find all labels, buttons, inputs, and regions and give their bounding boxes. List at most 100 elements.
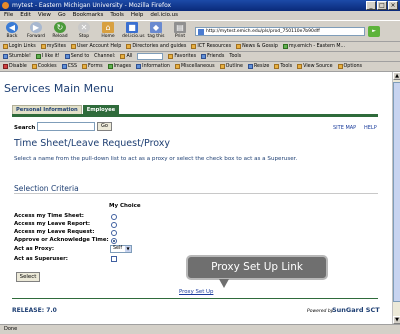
outline-icon [219,64,225,69]
cookies-menu[interactable]: Cookies [31,64,57,69]
print-button[interactable]: ▤ Print [170,22,190,42]
tools-icon [274,64,280,69]
bookmark-directories[interactable]: Directories and guides [126,44,186,49]
vertical-scrollbar[interactable]: ▲ ▼ [392,72,400,324]
status-text: Done [4,326,18,332]
favorites-button[interactable]: Favorites [168,54,196,59]
menu-go[interactable]: Go [58,11,66,20]
image-icon [107,64,113,69]
forms-menu[interactable]: Forms [82,64,103,69]
options-icon [337,64,343,69]
section-divider [14,193,378,194]
criteria-label: Access my Time Sheet: [14,213,84,219]
channel-label: Channel: [94,54,116,59]
criteria-row-act-as-proxy: Act as Proxy: Self ▼ [14,245,144,254]
tab-divider [12,114,378,117]
scroll-down-icon[interactable]: ▼ [393,316,400,324]
search-go-button[interactable]: Go [97,122,112,131]
radio-leave-report[interactable] [111,222,117,228]
menu-delicious[interactable]: del.icio.us [150,11,178,20]
powered-by-label: Powered by [307,309,334,314]
stumble-tools-button[interactable]: Tools [229,54,241,59]
help-link[interactable]: HELP [364,125,377,131]
bookmark-login-links[interactable]: Login Links [3,44,36,49]
friends-button[interactable]: Friends [201,54,224,59]
channel-icon [120,54,126,59]
firefox-icon [2,2,9,9]
stop-button[interactable]: ✕ Stop [74,22,94,42]
disable-menu[interactable]: Disable [3,64,27,69]
outline-menu[interactable]: Outline [219,64,243,69]
delicious-button[interactable]: ■ del.icio.us [122,22,145,42]
bookmark-ict-resources[interactable]: ICT Resources [191,44,231,49]
menu-bookmarks[interactable]: Bookmarks [73,11,104,20]
address-bar[interactable]: http://mytest.emich.edu/pls/prod_750110e… [195,27,365,36]
stumble-icon [3,54,8,59]
send-to-button[interactable]: Send to [64,54,89,59]
tab-personal-information[interactable]: Personal Information [12,105,82,114]
radio-approve-time[interactable] [111,238,117,244]
scroll-up-icon[interactable]: ▲ [393,72,400,80]
css-menu[interactable]: CSS [61,64,77,69]
bookmark-user-account-help[interactable]: User Account Help [71,44,121,49]
folder-icon [191,44,197,49]
web-developer-toolbar: Disable Cookies CSS Forms Images Informa… [0,62,400,72]
forward-button[interactable]: ▶ Forward [26,22,46,42]
bookmark-my-emich[interactable]: my.emich - Eastern M... [282,44,345,49]
info-icon [136,64,142,69]
minimize-button[interactable]: _ [366,1,376,10]
page-tabs: Personal Information Employee [12,105,120,114]
go-button[interactable]: ► [368,26,380,37]
footer-divider [12,298,378,299]
view-source-menu[interactable]: View Source [297,64,333,69]
folder-icon [236,44,242,49]
criteria-label: Access my Leave Request: [14,229,95,235]
menu-help[interactable]: Help [131,11,144,20]
callout-pointer [219,279,229,288]
site-map-link[interactable]: SITE MAP [333,125,356,131]
options-menu[interactable]: Options [337,64,362,69]
superuser-checkbox[interactable] [111,256,117,262]
scroll-thumb[interactable] [393,82,400,302]
images-menu[interactable]: Images [107,64,131,69]
menu-view[interactable]: View [38,11,51,20]
home-button[interactable]: ⌂ Home [98,22,118,42]
section-title: Selection Criteria [14,184,79,193]
select-button[interactable]: Select [16,272,40,282]
stumble-button[interactable]: Stumble! [3,54,31,59]
print-icon: ▤ [174,22,186,33]
criteria-row-time-sheet: Access my Time Sheet: [14,213,144,221]
sungard-sct-logo: SunGard SCT [332,306,380,314]
search-input[interactable] [37,122,95,131]
menu-edit[interactable]: Edit [20,11,31,20]
navigation-toolbar: ◀ Back ▶ Forward ↻ Reload ✕ Stop ⌂ Home … [0,20,400,42]
page-icon [282,44,288,49]
back-button[interactable]: ◀ Back [2,22,22,42]
menu-file[interactable]: File [4,11,13,20]
back-arrow-icon: ◀ [6,22,18,33]
menu-tools[interactable]: Tools [110,11,124,20]
reload-button[interactable]: ↻ Reload [50,22,70,42]
tag-this-button[interactable]: ◆ tag this [146,22,166,42]
bookmark-mysites[interactable]: mySites [40,44,66,49]
proxy-set-up-link[interactable]: Proxy Set Up [179,289,213,295]
tag-icon: ◆ [150,22,162,33]
stumble-search-input[interactable] [137,53,164,60]
radio-leave-request[interactable] [111,230,117,236]
close-button[interactable]: × [388,1,398,10]
information-menu[interactable]: Information [136,64,170,69]
tab-employee[interactable]: Employee [82,105,120,114]
radio-time-sheet[interactable] [111,214,117,220]
maximize-button[interactable]: □ [377,1,387,10]
bookmark-news-gossip[interactable]: News & Gossip [236,44,278,49]
resize-menu[interactable]: Resize [247,64,269,69]
i-like-it-button[interactable]: I like it! [35,54,60,59]
home-icon: ⌂ [102,22,114,33]
miscellaneous-menu[interactable]: Miscellaneous [174,64,215,69]
proxy-select[interactable]: Self ▼ [110,245,132,253]
resize-icon [247,64,253,69]
criteria-label: Access my Leave Report: [14,221,91,227]
tools-menu[interactable]: Tools [274,64,292,69]
channel-select[interactable]: All [120,54,132,59]
window-title: mytest - Eastern Michigan University - M… [12,2,172,9]
